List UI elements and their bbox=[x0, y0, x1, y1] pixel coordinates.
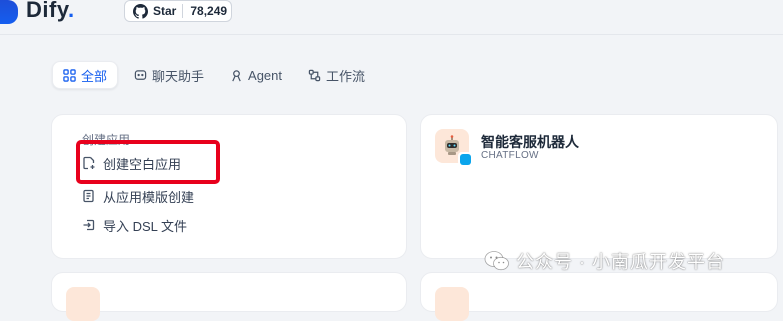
chatflow-badge-icon bbox=[458, 152, 472, 166]
dify-logo-mark[interactable] bbox=[0, 0, 18, 24]
chat-icon bbox=[134, 69, 147, 80]
create-from-template-label: 从应用模版创建 bbox=[103, 189, 195, 205]
import-icon bbox=[83, 219, 95, 231]
tab-label: Agent bbox=[248, 67, 283, 83]
app-name: 智能客服机器人 bbox=[481, 134, 579, 150]
agent-icon bbox=[232, 69, 241, 81]
tab-workflow[interactable]: 工作流 bbox=[298, 61, 375, 89]
tab-all[interactable]: 全部 bbox=[52, 61, 119, 89]
import-dsl-button[interactable]: 导入 DSL 文件 bbox=[82, 215, 187, 235]
tab-label: 工作流 bbox=[326, 68, 366, 84]
github-star-button[interactable]: Star 78,249 bbox=[124, 0, 232, 22]
import-dsl-label: 导入 DSL 文件 bbox=[103, 218, 188, 234]
wechat-icon bbox=[484, 251, 509, 271]
highlight-annotation bbox=[76, 140, 220, 184]
star-label: Star bbox=[153, 4, 184, 18]
dify-logo-text[interactable]: Dify. bbox=[26, 0, 75, 23]
github-icon bbox=[133, 3, 148, 19]
workflow-icon bbox=[308, 69, 321, 81]
app-card[interactable]: 智能客服机器人 CHATFLOW bbox=[420, 114, 778, 259]
app-type-tabs: 全部 聊天助手 Agent 工作流 bbox=[52, 61, 375, 89]
app-icon bbox=[66, 287, 100, 321]
top-header: Dify. Star 78,249 bbox=[0, 0, 783, 26]
app-card-partial[interactable] bbox=[420, 272, 778, 321]
tab-label: 全部 bbox=[81, 68, 108, 84]
app-card-partial[interactable] bbox=[51, 272, 407, 321]
tab-chat-assistant[interactable]: 聊天助手 bbox=[124, 61, 214, 89]
tab-label: 聊天助手 bbox=[152, 68, 205, 84]
create-from-template-button[interactable]: 从应用模版创建 bbox=[82, 186, 194, 206]
header-divider bbox=[0, 34, 783, 35]
star-count: 78,249 bbox=[190, 4, 228, 18]
app-mode: CHATFLOW bbox=[481, 150, 539, 161]
app-icon bbox=[435, 287, 469, 321]
grid-icon bbox=[63, 68, 76, 82]
watermark-text: 公众号 · 小南瓜开发平台 bbox=[516, 252, 725, 272]
tab-agent[interactable]: Agent bbox=[220, 61, 292, 89]
watermark: 公众号 · 小南瓜开发平台 bbox=[484, 248, 725, 274]
template-icon bbox=[83, 189, 94, 203]
create-app-card: 创建应用 创建空白应用 从应用模版创建 导入 DSL 文件 bbox=[51, 114, 407, 259]
